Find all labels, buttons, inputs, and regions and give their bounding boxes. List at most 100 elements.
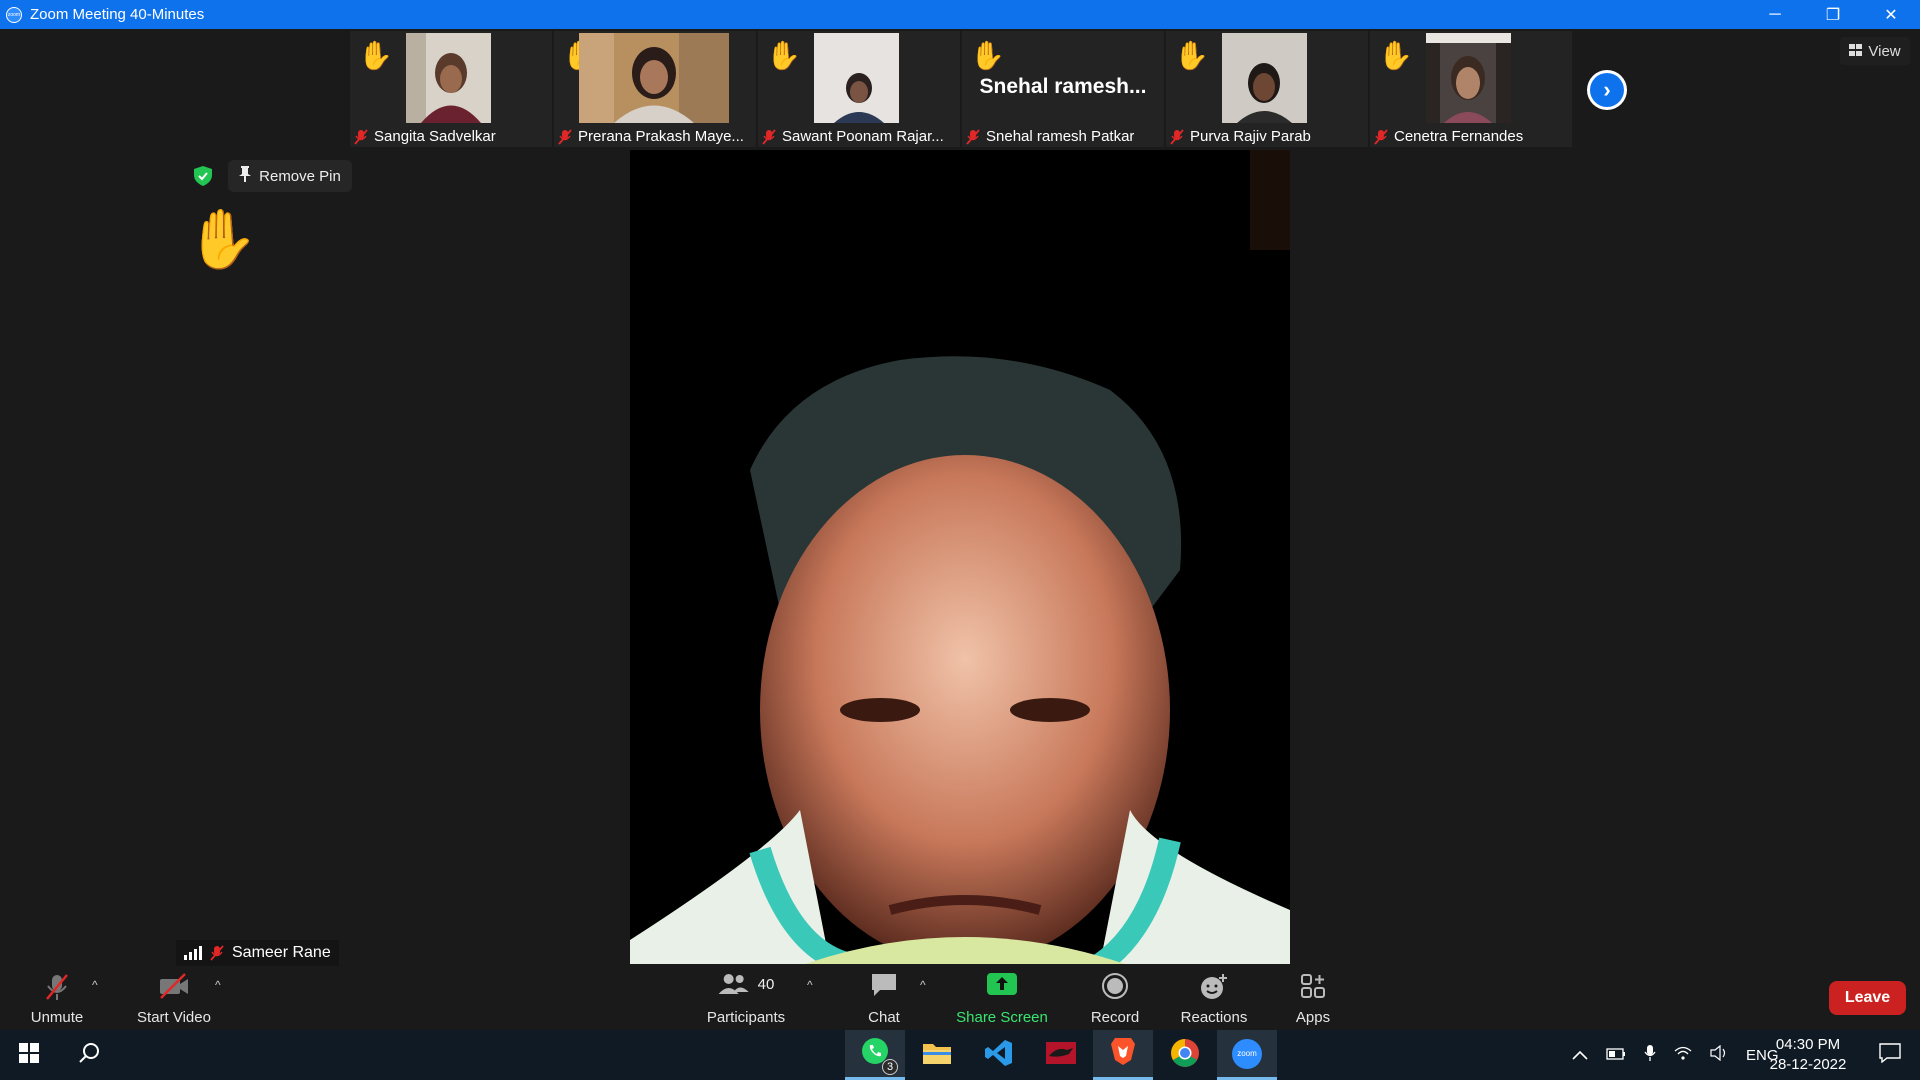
start-video-label: Start Video (137, 1009, 211, 1026)
whatsapp-badge: 3 (882, 1059, 898, 1075)
taskbar-file-explorer[interactable] (907, 1030, 967, 1080)
close-icon: ✕ (1884, 6, 1898, 24)
participant-tile[interactable]: ✋ Cenetra Fernandes (1370, 31, 1572, 147)
participant-name: Prerana Prakash Maye... (578, 128, 744, 145)
participant-tile[interactable]: ✋ Sawant Poonam Rajar... (758, 31, 960, 147)
zoom-app-icon-text: zoom (7, 11, 21, 18)
zoom-taskbar-icon: zoom (1232, 1038, 1262, 1069)
raised-hand-icon: ✋ (186, 207, 259, 272)
notifications-button[interactable] (1860, 1030, 1920, 1080)
record-button[interactable]: Record (1085, 966, 1145, 1030)
chevron-up-icon[interactable] (1572, 1047, 1588, 1064)
start-button[interactable] (0, 1030, 58, 1080)
app-red-icon (1045, 1040, 1077, 1071)
search-icon (78, 1042, 100, 1069)
chrome-icon (1170, 1038, 1200, 1073)
microphone-icon[interactable] (1644, 1044, 1656, 1066)
audio-options-caret[interactable]: ^ (92, 978, 98, 992)
participant-tile[interactable]: ✋ Purva Rajiv Parab (1166, 31, 1368, 147)
remove-pin-button[interactable]: Remove Pin (228, 160, 352, 192)
mic-muted-icon (210, 945, 224, 961)
participant-name: Snehal ramesh Patkar (986, 128, 1135, 145)
video-options-caret[interactable]: ^ (215, 978, 221, 992)
unmute-button[interactable]: Unmute (20, 966, 94, 1030)
whatsapp-icon: 3 (860, 1036, 898, 1075)
chevron-right-icon: › (1603, 77, 1611, 102)
mic-muted-icon (354, 128, 368, 145)
start-video-button[interactable]: Start Video (130, 966, 218, 1030)
taskbar-whatsapp[interactable]: 3 (845, 1030, 905, 1080)
reactions-label: Reactions (1180, 1009, 1248, 1026)
participant-tile[interactable]: ✋ Snehal ramesh... Snehal ramesh Patkar (962, 31, 1164, 147)
encryption-shield-icon[interactable] (194, 166, 212, 186)
taskbar-brave[interactable] (1093, 1030, 1153, 1080)
folder-icon (922, 1040, 952, 1071)
wifi-icon[interactable] (1674, 1045, 1692, 1065)
participant-tile[interactable]: ✋ Sangita Sadvelkar (350, 31, 552, 147)
raised-hand-icon: ✋ (1174, 40, 1209, 71)
participants-count: 40 (757, 975, 775, 993)
taskbar-zoom[interactable]: zoom (1217, 1030, 1277, 1080)
grid-icon (1849, 43, 1863, 60)
signal-bars-icon (184, 946, 202, 960)
title-bar: zoom Zoom Meeting 40-Minutes ─ ❐ ✕ (0, 0, 1920, 29)
participant-strip: ✋ Sangita Sadvelkar ✋ Prerana Prakash Ma… (350, 31, 1572, 147)
apps-icon (1299, 972, 1327, 1004)
participants-options-caret[interactable]: ^ (807, 978, 813, 992)
taskbar-chrome[interactable] (1155, 1030, 1215, 1080)
participant-name: Cenetra Fernandes (1394, 128, 1524, 145)
search-button[interactable] (60, 1030, 118, 1080)
mic-muted-icon (966, 128, 980, 145)
mic-off-icon (42, 972, 72, 1006)
apps-label: Apps (1295, 1009, 1331, 1026)
participant-tile[interactable]: ✋ Prerana Prakash Maye... (554, 31, 756, 147)
apps-button[interactable]: Apps (1290, 966, 1336, 1030)
mic-muted-icon (558, 128, 572, 145)
raised-hand-icon: ✋ (358, 40, 393, 71)
share-screen-label: Share Screen (956, 1009, 1048, 1026)
window-title: Zoom Meeting 40-Minutes (30, 6, 205, 23)
mic-muted-icon (1170, 128, 1184, 145)
close-button[interactable]: ✕ (1862, 0, 1920, 29)
record-label: Record (1090, 1009, 1140, 1026)
share-screen-icon (986, 972, 1018, 1000)
participants-button[interactable]: 40 Participants (700, 966, 792, 1030)
minimize-icon: ─ (1769, 5, 1781, 23)
minimize-button[interactable]: ─ (1746, 0, 1804, 29)
unmute-label: Unmute (30, 1009, 84, 1026)
record-icon (1101, 972, 1129, 1004)
chat-options-caret[interactable]: ^ (920, 978, 926, 992)
taskbar-app-red[interactable] (1031, 1030, 1091, 1080)
active-speaker-label: Sameer Rane (176, 940, 339, 966)
main-video (630, 150, 1290, 964)
view-button[interactable]: View (1840, 37, 1910, 65)
clock-time: 04:30 PM (1775, 1036, 1841, 1053)
speaker-name: Sameer Rane (232, 944, 331, 961)
raised-hand-icon: ✋ (766, 40, 801, 71)
participant-video (1426, 33, 1511, 123)
mic-muted-icon (1374, 128, 1388, 145)
taskbar-clock[interactable]: 04:30 PM 28-12-2022 (1760, 1035, 1856, 1075)
smiley-icon (1199, 972, 1229, 1006)
taskbar-vscode[interactable] (969, 1030, 1029, 1080)
meeting-toolbar: Unmute ^ Start Video ^ 40 Participants ^… (0, 966, 1920, 1030)
participants-label: Participants (706, 1009, 786, 1026)
participant-display-name: Snehal ramesh... (979, 75, 1147, 98)
participant-video (814, 33, 899, 123)
raised-hand-icon: ✋ (1378, 40, 1413, 71)
battery-icon[interactable] (1606, 1047, 1626, 1064)
next-page-button[interactable]: › (1587, 70, 1627, 110)
chat-button[interactable]: Chat (860, 966, 908, 1030)
leave-button[interactable]: Leave (1829, 981, 1906, 1015)
restore-icon: ❐ (1825, 6, 1841, 24)
reactions-button[interactable]: Reactions (1175, 966, 1253, 1030)
participant-video (406, 33, 491, 123)
pin-icon (239, 166, 252, 186)
raised-hand-icon: ✋ (970, 40, 1005, 71)
chat-icon (870, 972, 898, 1002)
brave-lion-icon (1109, 1036, 1137, 1071)
system-tray: ENG (1572, 1030, 1779, 1080)
restore-button[interactable]: ❐ (1804, 0, 1862, 29)
speaker-volume-icon[interactable] (1710, 1044, 1728, 1065)
share-screen-button[interactable]: Share Screen (955, 966, 1049, 1030)
